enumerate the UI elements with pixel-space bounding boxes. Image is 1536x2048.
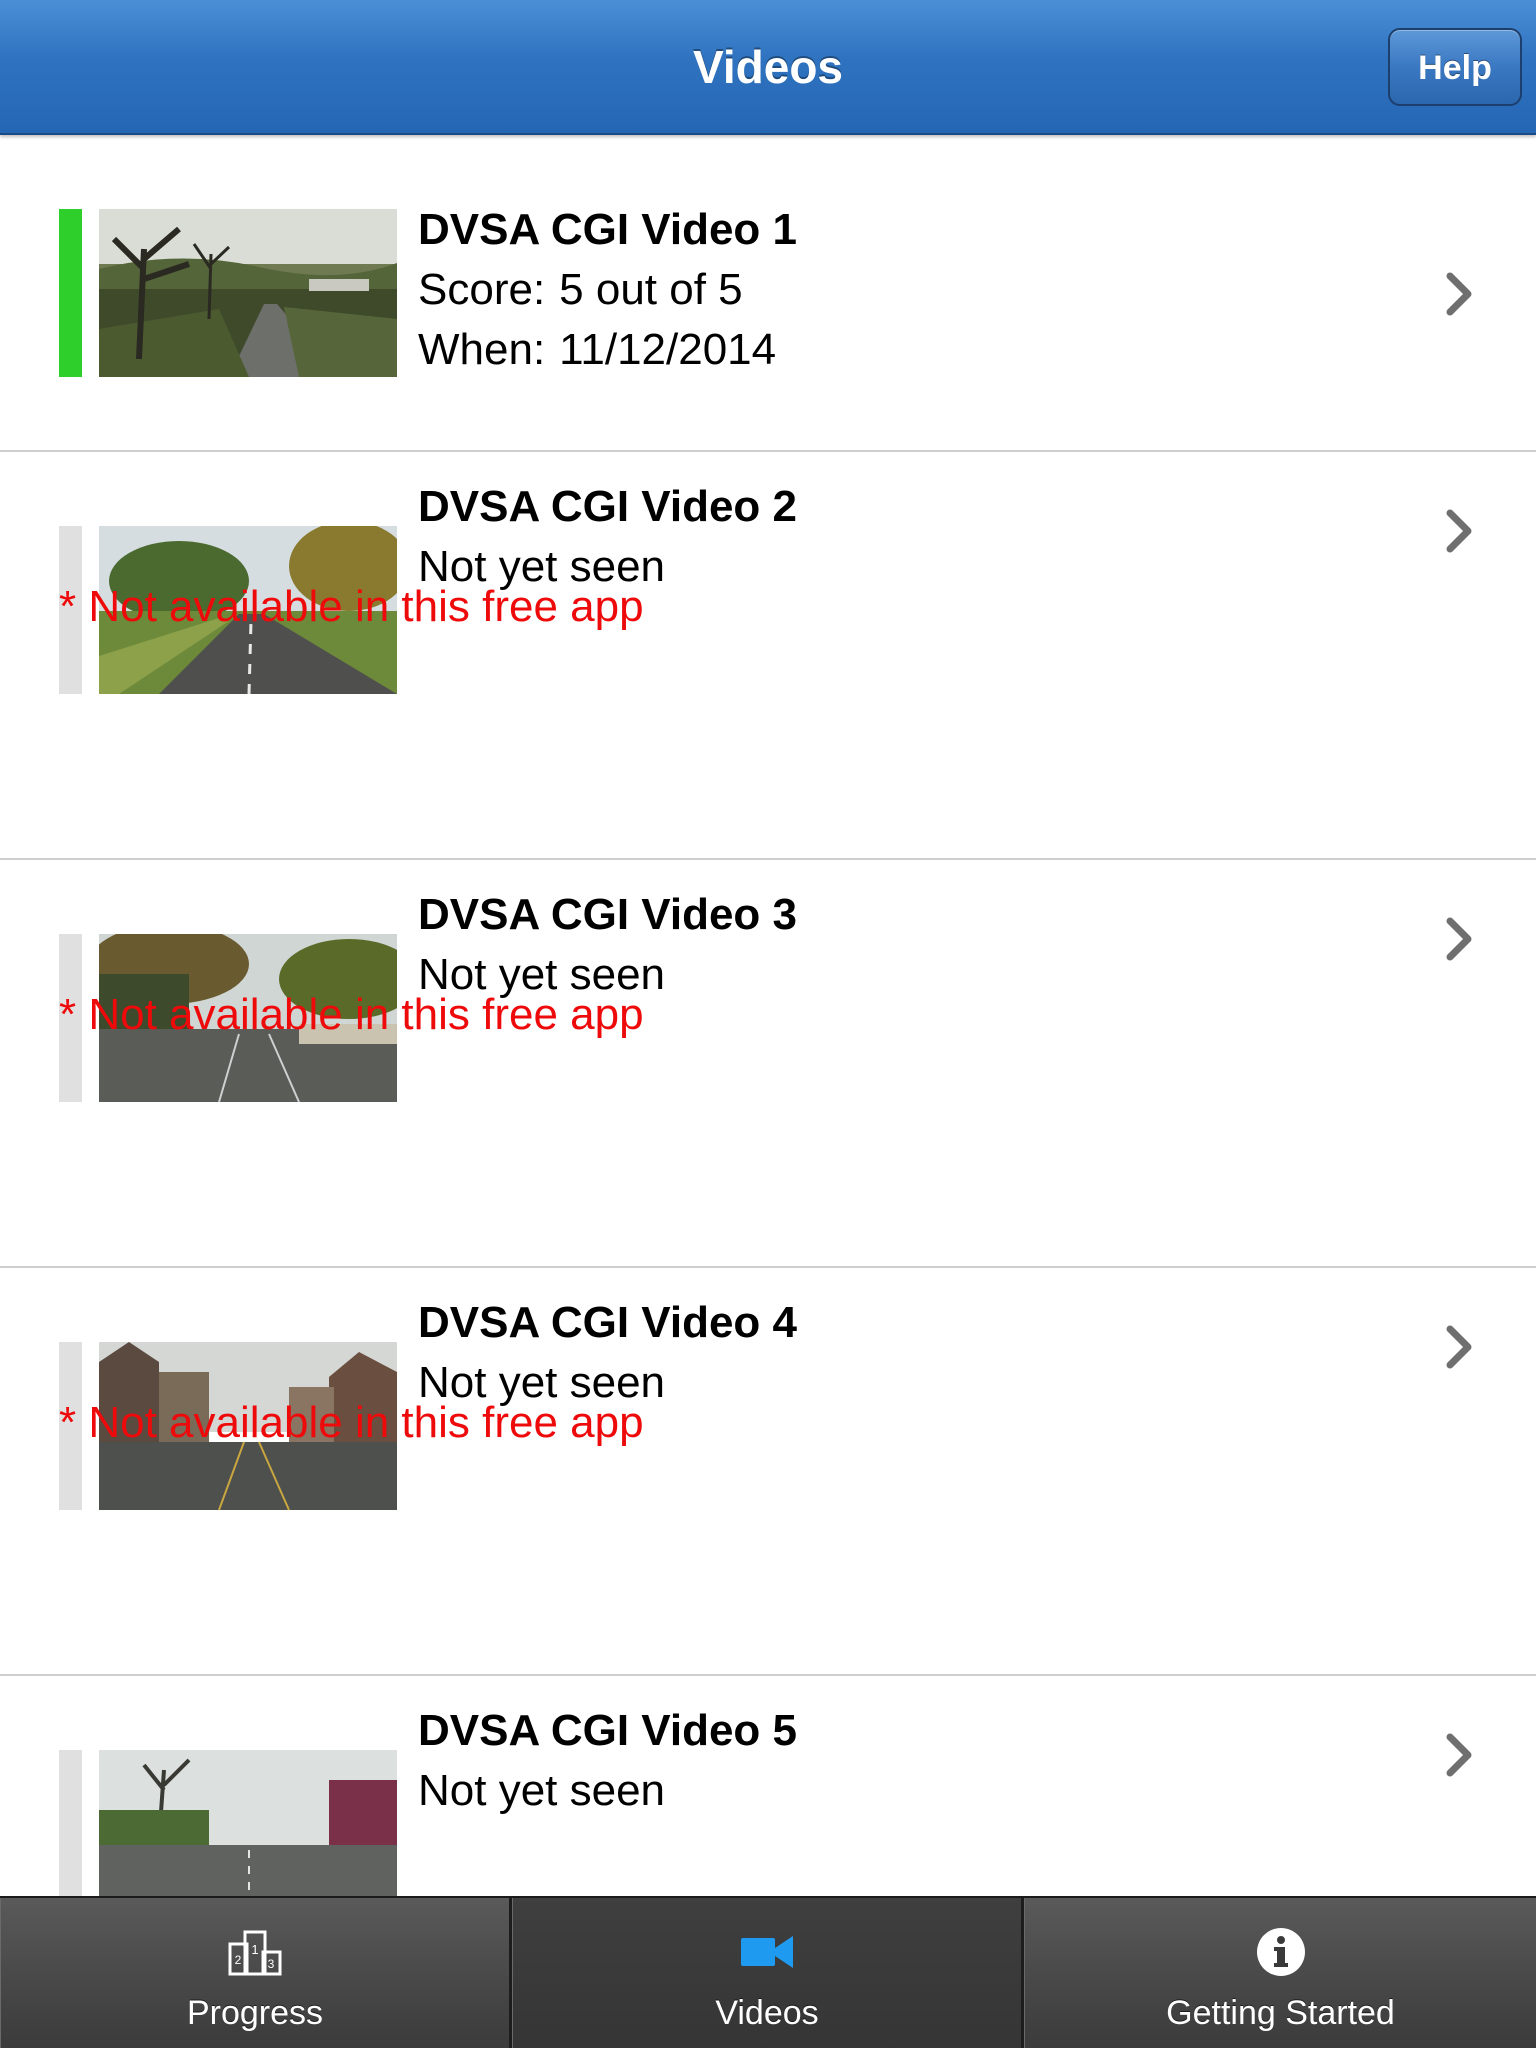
availability-notice: * Not available in this free app	[59, 1398, 644, 1447]
tab-getting-started[interactable]: Getting Started	[1024, 1898, 1536, 2048]
video-camera-icon	[741, 1936, 793, 1968]
when-value: 11/12/2014	[559, 325, 777, 374]
chevron-right-icon	[1446, 1325, 1472, 1369]
tab-label: Getting Started	[1166, 1994, 1395, 2032]
video-title: DVSA CGI Video 4	[418, 1298, 797, 1347]
video-title: DVSA CGI Video 2	[418, 482, 797, 531]
nav-bar: Videos Help	[0, 0, 1536, 135]
chevron-right-icon	[1446, 1733, 1472, 1777]
svg-text:1: 1	[251, 1942, 258, 1957]
help-button[interactable]: Help	[1388, 28, 1522, 106]
video-row[interactable]: DVSA CGI Video 1 Score: 5 out of 5 When: 1…	[0, 135, 1536, 452]
podium-icon: 1 2 3	[228, 1930, 282, 1976]
page-title: Videos	[693, 41, 843, 93]
video-title: DVSA CGI Video 1	[418, 205, 797, 254]
video-row[interactable]: DVSA CGI Video 4 Not yet seen * Not avai…	[0, 1268, 1536, 1676]
video-thumbnail	[99, 1750, 397, 1918]
availability-notice: * Not available in this free app	[59, 582, 644, 631]
video-thumbnail	[99, 209, 397, 377]
chevron-right-icon	[1446, 917, 1472, 961]
video-list: DVSA CGI Video 1 Score: 5 out of 5 When: 1…	[0, 135, 1536, 1976]
tab-videos[interactable]: Videos	[512, 1898, 1024, 2048]
video-status: Not yet seen	[418, 1766, 666, 1815]
chevron-right-icon	[1446, 509, 1472, 553]
video-row[interactable]: DVSA CGI Video 2 Not yet seen * Not avai…	[0, 452, 1536, 860]
score-line: Score: 5 out of 5	[418, 265, 743, 315]
availability-notice: * Not available in this free app	[59, 990, 644, 1039]
info-icon	[1256, 1928, 1305, 1976]
score-label: Score:	[418, 265, 546, 314]
pending-indicator	[59, 1750, 82, 1918]
chevron-right-icon	[1446, 272, 1472, 316]
svg-text:3: 3	[268, 1957, 275, 1971]
svg-text:2: 2	[235, 1953, 242, 1967]
video-title: DVSA CGI Video 5	[418, 1706, 797, 1755]
tab-label: Videos	[715, 1994, 819, 2032]
video-title: DVSA CGI Video 3	[418, 890, 797, 939]
when-line: When: 11/12/2014	[418, 325, 776, 375]
tab-progress[interactable]: 1 2 3 Progress	[0, 1898, 512, 2048]
when-label: When:	[418, 325, 546, 374]
tab-label: Progress	[186, 1994, 324, 2032]
tab-bar: 1 2 3 Progress Videos Getting Started	[0, 1896, 1536, 2048]
completed-indicator	[59, 209, 82, 377]
score-value: 5 out of 5	[559, 265, 743, 314]
video-row[interactable]: DVSA CGI Video 3 Not yet seen * Not avai…	[0, 860, 1536, 1268]
